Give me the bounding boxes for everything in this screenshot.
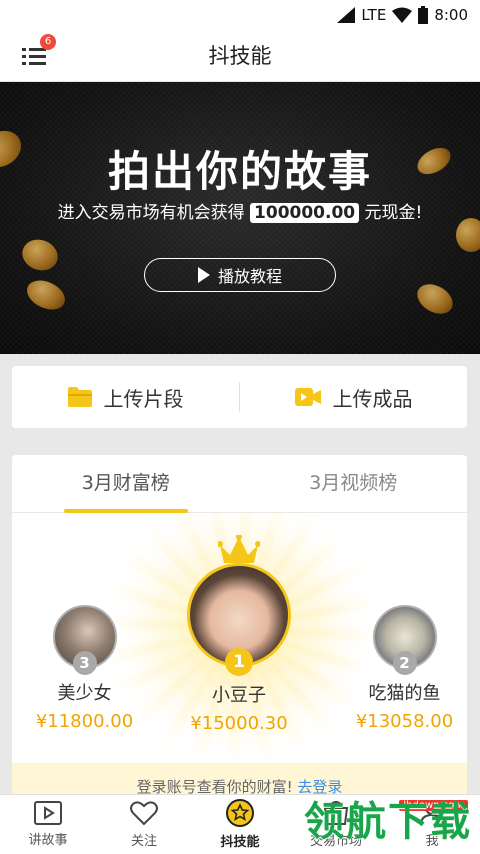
banner-subtitle-prefix: 进入交易市场有机会获得 <box>57 203 245 223</box>
battery-icon <box>418 6 429 24</box>
coin-decoration <box>22 274 70 316</box>
banner-headline: 拍出你的故事 <box>107 147 372 196</box>
coin-decoration <box>412 278 458 320</box>
rank-badge: 2 <box>392 651 417 675</box>
notification-badge: 6 <box>40 34 56 50</box>
coin-decoration <box>456 218 480 252</box>
upload-clip-label: 上传片段 <box>103 386 184 411</box>
app-bar: 抖技能 6 <box>0 30 480 82</box>
avatar: 3 <box>52 605 117 675</box>
rank-badge: 3 <box>72 651 97 675</box>
rank-badge: 1 <box>225 648 253 676</box>
rank-amount: ¥15000.30 <box>190 713 288 734</box>
play-tutorial-label: 播放教程 <box>217 267 282 286</box>
nav-item-story[interactable]: 讲故事 <box>0 795 96 854</box>
banner-prize-amount: 100000.00 <box>250 203 360 223</box>
heart-icon <box>130 801 158 826</box>
nav-label: 关注 <box>130 834 157 849</box>
upload-clip-button[interactable]: 上传片段 <box>12 383 239 412</box>
tab-video-ranking[interactable]: 3月视频榜 <box>240 455 468 512</box>
rank-amount: ¥11800.00 <box>35 711 134 732</box>
folder-icon <box>67 387 92 407</box>
avatar: 1 <box>187 563 291 676</box>
rank-item-1[interactable]: 1 小豆子 ¥15000.30 <box>176 535 302 734</box>
nav-label: 抖技能 <box>220 835 260 850</box>
tab-wealth-ranking[interactable]: 3月财富榜 <box>12 455 240 513</box>
rank-item-3[interactable]: 3 美少女 ¥11800.00 <box>32 605 137 732</box>
banner-subtitle-suffix: 元现金! <box>364 203 423 223</box>
status-bar: LTE 8:00 <box>0 0 480 30</box>
nav-item-skills[interactable]: 抖技能 <box>192 795 288 854</box>
nav-label: 讲故事 <box>28 833 68 848</box>
login-prompt-text: 登录账号查看你的财富! <box>136 778 293 795</box>
signal-icon <box>337 7 356 23</box>
avatar: 2 <box>372 605 437 675</box>
video-camera-icon <box>294 388 321 406</box>
promo-banner[interactable]: 拍出你的故事 进入交易市场有机会获得 100000.00 元现金! 播放教程 <box>0 82 480 354</box>
video-play-icon <box>34 801 62 825</box>
play-icon <box>197 267 210 283</box>
nav-item-follow[interactable]: 关注 <box>96 795 192 854</box>
rank-name: 吃猫的鱼 <box>368 683 441 704</box>
network-type: LTE <box>361 6 387 24</box>
page-title: 抖技能 <box>208 44 272 68</box>
banner-subtitle: 进入交易市场有机会获得 100000.00 元现金! <box>0 198 480 223</box>
ranking-card: 3月财富榜 3月视频榜 3 美少女 ¥11800.00 1 小豆子 ¥15000… <box>12 455 467 795</box>
upload-product-label: 上传成品 <box>332 386 413 411</box>
watermark: 领航下载 <box>304 799 472 845</box>
rank-amount: ¥13058.00 <box>355 711 454 732</box>
rank-item-2[interactable]: 2 吃猫的鱼 ¥13058.00 <box>342 605 467 732</box>
wifi-icon <box>392 7 413 23</box>
clock: 8:00 <box>434 6 468 24</box>
upload-card: 上传片段 上传成品 <box>12 366 467 428</box>
crown-icon <box>218 535 260 563</box>
star-badge-icon <box>226 799 254 827</box>
rank-name: 小豆子 <box>212 685 266 706</box>
coin-decoration <box>17 234 63 276</box>
upload-product-button[interactable]: 上传成品 <box>240 383 467 412</box>
ranking-tabs: 3月财富榜 3月视频榜 <box>12 455 467 513</box>
play-tutorial-button[interactable]: 播放教程 <box>144 258 336 292</box>
rank-name: 美少女 <box>57 683 112 704</box>
